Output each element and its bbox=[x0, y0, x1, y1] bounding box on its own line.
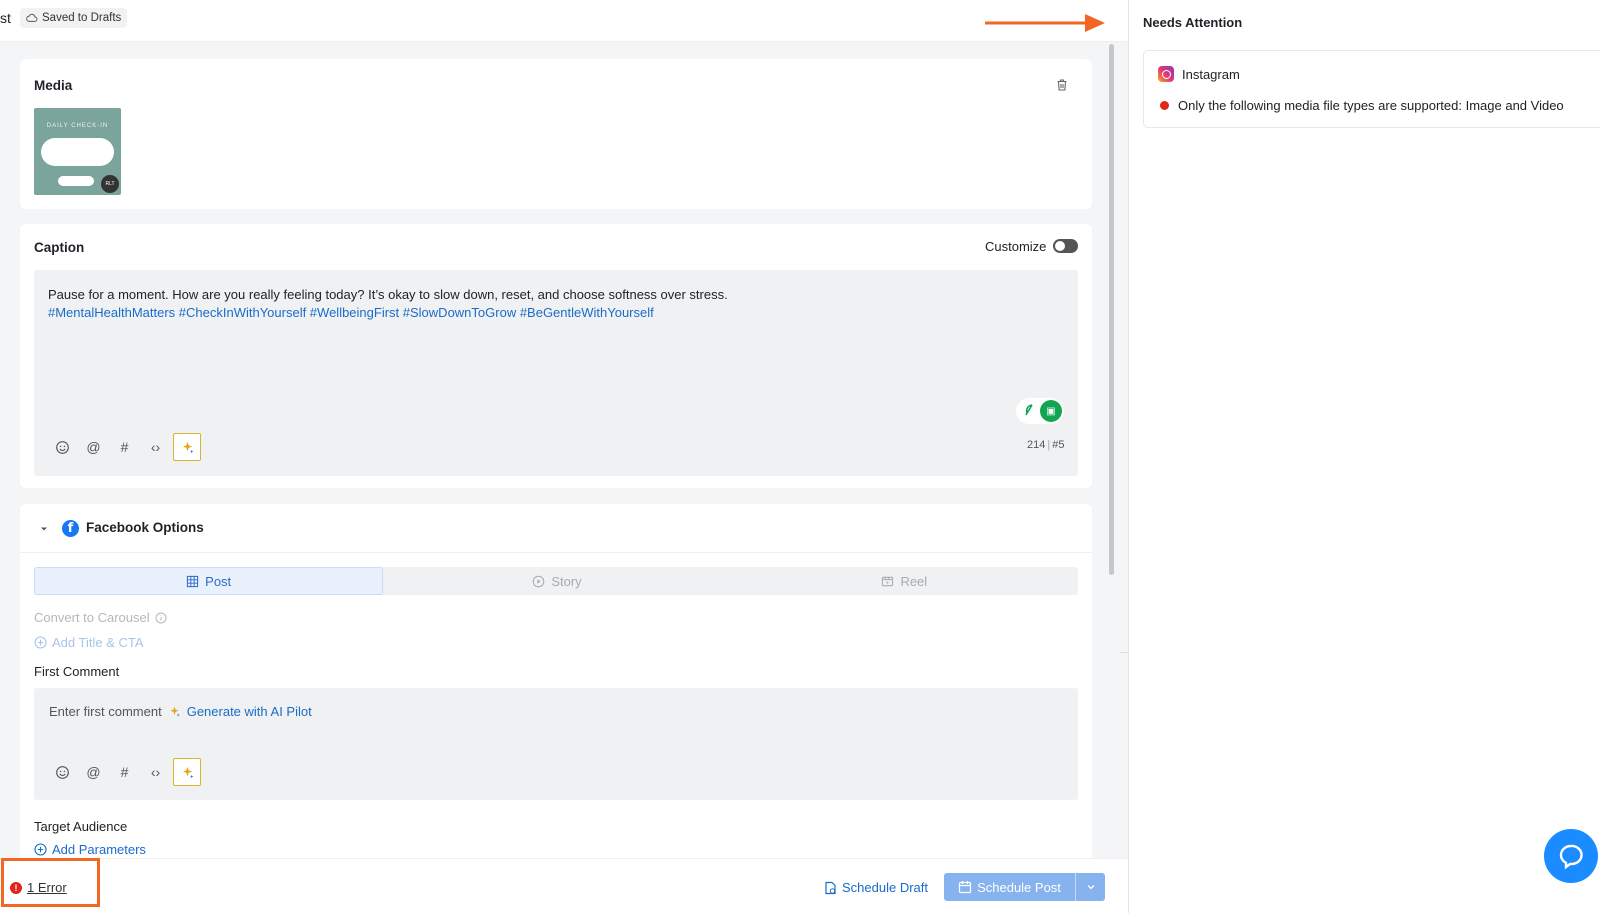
platform-row: Instagram bbox=[1158, 66, 1240, 82]
media-title: Media bbox=[34, 78, 73, 93]
customize-toggle[interactable] bbox=[1053, 239, 1078, 253]
char-count-value: 214 bbox=[1027, 439, 1046, 451]
thumbnail-badge: RLT bbox=[101, 175, 119, 193]
character-count: 214 | #5 bbox=[1027, 439, 1065, 451]
divider bbox=[1120, 652, 1128, 653]
annotation-arrow bbox=[985, 14, 1105, 32]
divider bbox=[20, 552, 1092, 553]
hashtag-icon[interactable]: # bbox=[109, 434, 140, 460]
facebook-options-card bbox=[20, 504, 1092, 864]
play-circle-icon bbox=[533, 575, 545, 587]
saved-status-label: Saved to Drafts bbox=[42, 12, 122, 24]
platform-name: Instagram bbox=[1182, 66, 1240, 82]
trash-icon[interactable] bbox=[1055, 78, 1069, 92]
post-title-fragment: st bbox=[0, 10, 11, 26]
facebook-icon: f bbox=[62, 520, 79, 537]
hashtag-count-value: #5 bbox=[1052, 439, 1065, 451]
instagram-icon bbox=[1158, 66, 1174, 82]
media-card bbox=[20, 59, 1092, 209]
first-comment-placeholder: Enter first comment Generate with AI Pil… bbox=[49, 704, 312, 719]
ai-sparkle-icon[interactable] bbox=[173, 758, 201, 786]
needs-attention-title: Needs Attention bbox=[1143, 15, 1243, 30]
media-thumbnail[interactable]: DAILY CHECK-IN RLT bbox=[34, 108, 121, 195]
emoji-icon[interactable] bbox=[47, 759, 78, 785]
generate-ai-pilot-link[interactable]: Generate with AI Pilot bbox=[187, 704, 312, 719]
schedule-options-dropdown[interactable] bbox=[1076, 882, 1105, 892]
error-message: Only the following media file types are … bbox=[1178, 98, 1564, 113]
attention-card bbox=[1143, 50, 1600, 128]
first-comment-placeholder-text: Enter first comment bbox=[49, 704, 162, 719]
customize-label: Customize bbox=[985, 239, 1047, 254]
mention-icon[interactable]: @ bbox=[78, 759, 109, 785]
tab-reel[interactable]: Reel bbox=[731, 567, 1078, 595]
needs-attention-panel bbox=[1128, 0, 1600, 913]
schedule-post-main[interactable]: Schedule Post bbox=[944, 873, 1076, 901]
info-icon bbox=[155, 612, 167, 623]
thumbnail-caption: DAILY CHECK-IN bbox=[46, 123, 109, 129]
convert-to-carousel-label: Convert to Carousel bbox=[34, 610, 150, 625]
caption-body: Pause for a moment. How are you really f… bbox=[48, 287, 728, 302]
facebook-options-title: Facebook Options bbox=[86, 520, 204, 535]
plus-circle-icon bbox=[34, 636, 47, 649]
sparkle-icon bbox=[170, 706, 180, 717]
schedule-post-button[interactable]: Schedule Post bbox=[944, 873, 1105, 901]
tab-story-label: Story bbox=[551, 573, 582, 589]
grammarly-icon: ▣ bbox=[1040, 400, 1062, 422]
tab-story[interactable]: Story bbox=[383, 567, 730, 595]
error-highlight-box bbox=[1, 858, 100, 907]
calendar-file-icon bbox=[825, 881, 836, 894]
thumbnail-cloud-shape bbox=[41, 138, 114, 166]
tab-reel-label: Reel bbox=[900, 573, 928, 589]
tab-post-label: Post bbox=[205, 573, 232, 589]
schedule-draft-button[interactable]: Schedule Draft bbox=[824, 880, 928, 895]
add-parameters-link[interactable]: Add Parameters bbox=[34, 842, 146, 857]
chevron-down-icon[interactable] bbox=[39, 524, 49, 534]
chat-icon bbox=[1559, 844, 1583, 870]
first-comment-toolbar: @ # ‹› bbox=[47, 758, 201, 786]
saved-status-badge: Saved to Drafts bbox=[20, 8, 128, 28]
schedule-draft-label: Schedule Draft bbox=[842, 880, 928, 895]
error-message-row: Only the following media file types are … bbox=[1160, 98, 1564, 113]
error-icon bbox=[1160, 101, 1169, 110]
add-parameters-label: Add Parameters bbox=[52, 842, 146, 857]
add-title-cta-label: Add Title & CTA bbox=[52, 635, 144, 650]
ai-sparkle-icon[interactable] bbox=[173, 433, 201, 461]
emoji-icon[interactable] bbox=[47, 434, 78, 460]
schedule-post-label: Schedule Post bbox=[977, 879, 1061, 895]
first-comment-label: First Comment bbox=[34, 664, 120, 679]
convert-to-carousel[interactable]: Convert to Carousel bbox=[34, 610, 167, 625]
scrollbar[interactable] bbox=[1109, 44, 1114, 575]
cloud-icon bbox=[26, 13, 38, 22]
support-chat-button[interactable] bbox=[1544, 829, 1598, 883]
top-bar: st Saved to Drafts bbox=[0, 0, 1128, 42]
code-icon[interactable]: ‹› bbox=[140, 759, 171, 785]
grammar-assistant-widget[interactable]: ▣ bbox=[1016, 398, 1064, 424]
post-type-tabs: Post Story Reel bbox=[34, 567, 1078, 595]
chevron-down-icon bbox=[1087, 885, 1094, 890]
target-audience-label: Target Audience bbox=[34, 819, 128, 834]
mention-icon[interactable]: @ bbox=[78, 434, 109, 460]
reel-icon bbox=[882, 576, 894, 586]
caption-hashtags: #MentalHealthMatters #CheckInWithYoursel… bbox=[48, 305, 654, 320]
plus-circle-icon bbox=[34, 843, 47, 856]
caption-text[interactable]: Pause for a moment. How are you really f… bbox=[48, 286, 998, 322]
calendar-icon bbox=[958, 881, 972, 894]
tab-post[interactable]: Post bbox=[34, 567, 384, 595]
grid-icon bbox=[187, 575, 199, 587]
add-title-cta-link[interactable]: Add Title & CTA bbox=[34, 635, 144, 650]
caption-title: Caption bbox=[34, 240, 85, 255]
hashtag-icon[interactable]: # bbox=[109, 759, 140, 785]
thumbnail-cloud-shape bbox=[58, 176, 94, 186]
code-icon[interactable]: ‹› bbox=[140, 434, 171, 460]
caption-toolbar: @ # ‹› bbox=[47, 433, 201, 461]
feather-icon bbox=[1025, 404, 1033, 416]
